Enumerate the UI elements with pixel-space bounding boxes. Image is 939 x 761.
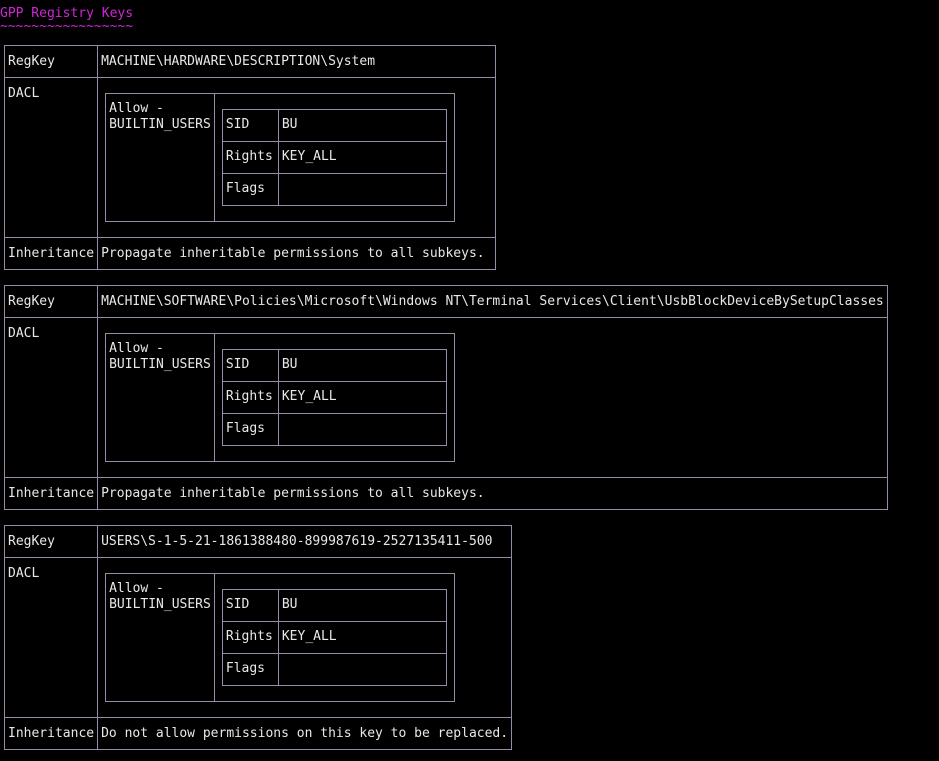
flags-row: Flags xyxy=(221,173,447,206)
permission-table: SID BU Rights KEY_ALL Flags xyxy=(221,349,447,446)
inheritance-label: Inheritance xyxy=(3,717,99,750)
sid-label: SID xyxy=(221,109,279,142)
regkey-row: RegKey USERS\S-1-5-21-1861388480-8999876… xyxy=(3,525,513,558)
ace-details: SID BU Rights KEY_ALL Flags xyxy=(213,573,455,702)
inheritance-row: Inheritance Propagate inheritable permis… xyxy=(3,237,496,270)
sid-label: SID xyxy=(221,589,279,622)
sid-row: SID BU xyxy=(221,349,447,382)
regkey-row: RegKey MACHINE\HARDWARE\DESCRIPTION\Syst… xyxy=(3,45,496,78)
sid-row: SID BU xyxy=(221,589,447,622)
dacl-label: DACL xyxy=(3,557,99,718)
rights-label: Rights xyxy=(221,621,279,654)
ace-table: Allow - BUILTIN_USERS SID BU Rights KEY_… xyxy=(105,93,455,222)
section-title-underline: ~~~~~~~~~~~~~~~~~ xyxy=(0,19,134,34)
inheritance-value: Do not allow permissions on this key to … xyxy=(97,717,513,750)
dacl-value: Allow - BUILTIN_USERS SID BU Rights KEY_… xyxy=(97,77,496,238)
rights-value: KEY_ALL xyxy=(277,381,447,414)
flags-label: Flags xyxy=(221,653,279,686)
dacl-row: DACL Allow - BUILTIN_USERS SID BU Rights xyxy=(3,77,496,238)
flags-value xyxy=(277,173,447,206)
rights-label: Rights xyxy=(221,381,279,414)
registry-key-table: RegKey MACHINE\HARDWARE\DESCRIPTION\Syst… xyxy=(3,45,496,270)
regkey-row: RegKey MACHINE\SOFTWARE\Policies\Microso… xyxy=(3,285,888,318)
rights-value: KEY_ALL xyxy=(277,621,447,654)
flags-label: Flags xyxy=(221,173,279,206)
dacl-row: DACL Allow - BUILTIN_USERS SID BU Rights xyxy=(3,317,888,478)
sid-value: BU xyxy=(277,349,447,382)
permission-table: SID BU Rights KEY_ALL Flags xyxy=(221,109,447,206)
rights-row: Rights KEY_ALL xyxy=(221,141,447,174)
flags-row: Flags xyxy=(221,413,447,446)
inheritance-row: Inheritance Do not allow permissions on … xyxy=(3,717,513,750)
permission-table: SID BU Rights KEY_ALL Flags xyxy=(221,589,447,686)
ace-table: Allow - BUILTIN_USERS SID BU Rights KEY_… xyxy=(105,333,455,462)
ace-details: SID BU Rights KEY_ALL Flags xyxy=(213,93,455,222)
ace-title: Allow - BUILTIN_USERS xyxy=(105,573,215,702)
flags-label: Flags xyxy=(221,413,279,446)
rights-row: Rights KEY_ALL xyxy=(221,381,447,414)
inheritance-value: Propagate inheritable permissions to all… xyxy=(97,237,496,270)
sid-row: SID BU xyxy=(221,109,447,142)
regkey-label: RegKey xyxy=(3,525,99,558)
registry-key-table: RegKey USERS\S-1-5-21-1861388480-8999876… xyxy=(3,525,513,750)
flags-value xyxy=(277,653,447,686)
inheritance-row: Inheritance Propagate inheritable permis… xyxy=(3,477,888,510)
ace-details: SID BU Rights KEY_ALL Flags xyxy=(213,333,455,462)
ace-title: Allow - BUILTIN_USERS xyxy=(105,333,215,462)
dacl-row: DACL Allow - BUILTIN_USERS SID BU Rights xyxy=(3,557,513,718)
regkey-label: RegKey xyxy=(3,285,99,318)
rights-row: Rights KEY_ALL xyxy=(221,621,447,654)
sid-label: SID xyxy=(221,349,279,382)
sid-value: BU xyxy=(277,109,447,142)
ace-table: Allow - BUILTIN_USERS SID BU Rights KEY_… xyxy=(105,573,455,702)
regkey-value: USERS\S-1-5-21-1861388480-899987619-2527… xyxy=(97,525,513,558)
flags-row: Flags xyxy=(221,653,447,686)
ace-title: Allow - BUILTIN_USERS xyxy=(105,93,215,222)
regkey-value: MACHINE\HARDWARE\DESCRIPTION\System xyxy=(97,45,496,78)
rights-label: Rights xyxy=(221,141,279,174)
regkey-label: RegKey xyxy=(3,45,99,78)
dacl-value: Allow - BUILTIN_USERS SID BU Rights KEY_… xyxy=(97,317,888,478)
inheritance-label: Inheritance xyxy=(3,237,99,270)
dacl-label: DACL xyxy=(3,317,99,478)
inheritance-value: Propagate inheritable permissions to all… xyxy=(97,477,888,510)
sid-value: BU xyxy=(277,589,447,622)
flags-value xyxy=(277,413,447,446)
dacl-value: Allow - BUILTIN_USERS SID BU Rights KEY_… xyxy=(97,557,513,718)
inheritance-label: Inheritance xyxy=(3,477,99,510)
regkey-value: MACHINE\SOFTWARE\Policies\Microsoft\Wind… xyxy=(97,285,888,318)
rights-value: KEY_ALL xyxy=(277,141,447,174)
dacl-label: DACL xyxy=(3,77,99,238)
registry-key-table: RegKey MACHINE\SOFTWARE\Policies\Microso… xyxy=(3,285,888,510)
